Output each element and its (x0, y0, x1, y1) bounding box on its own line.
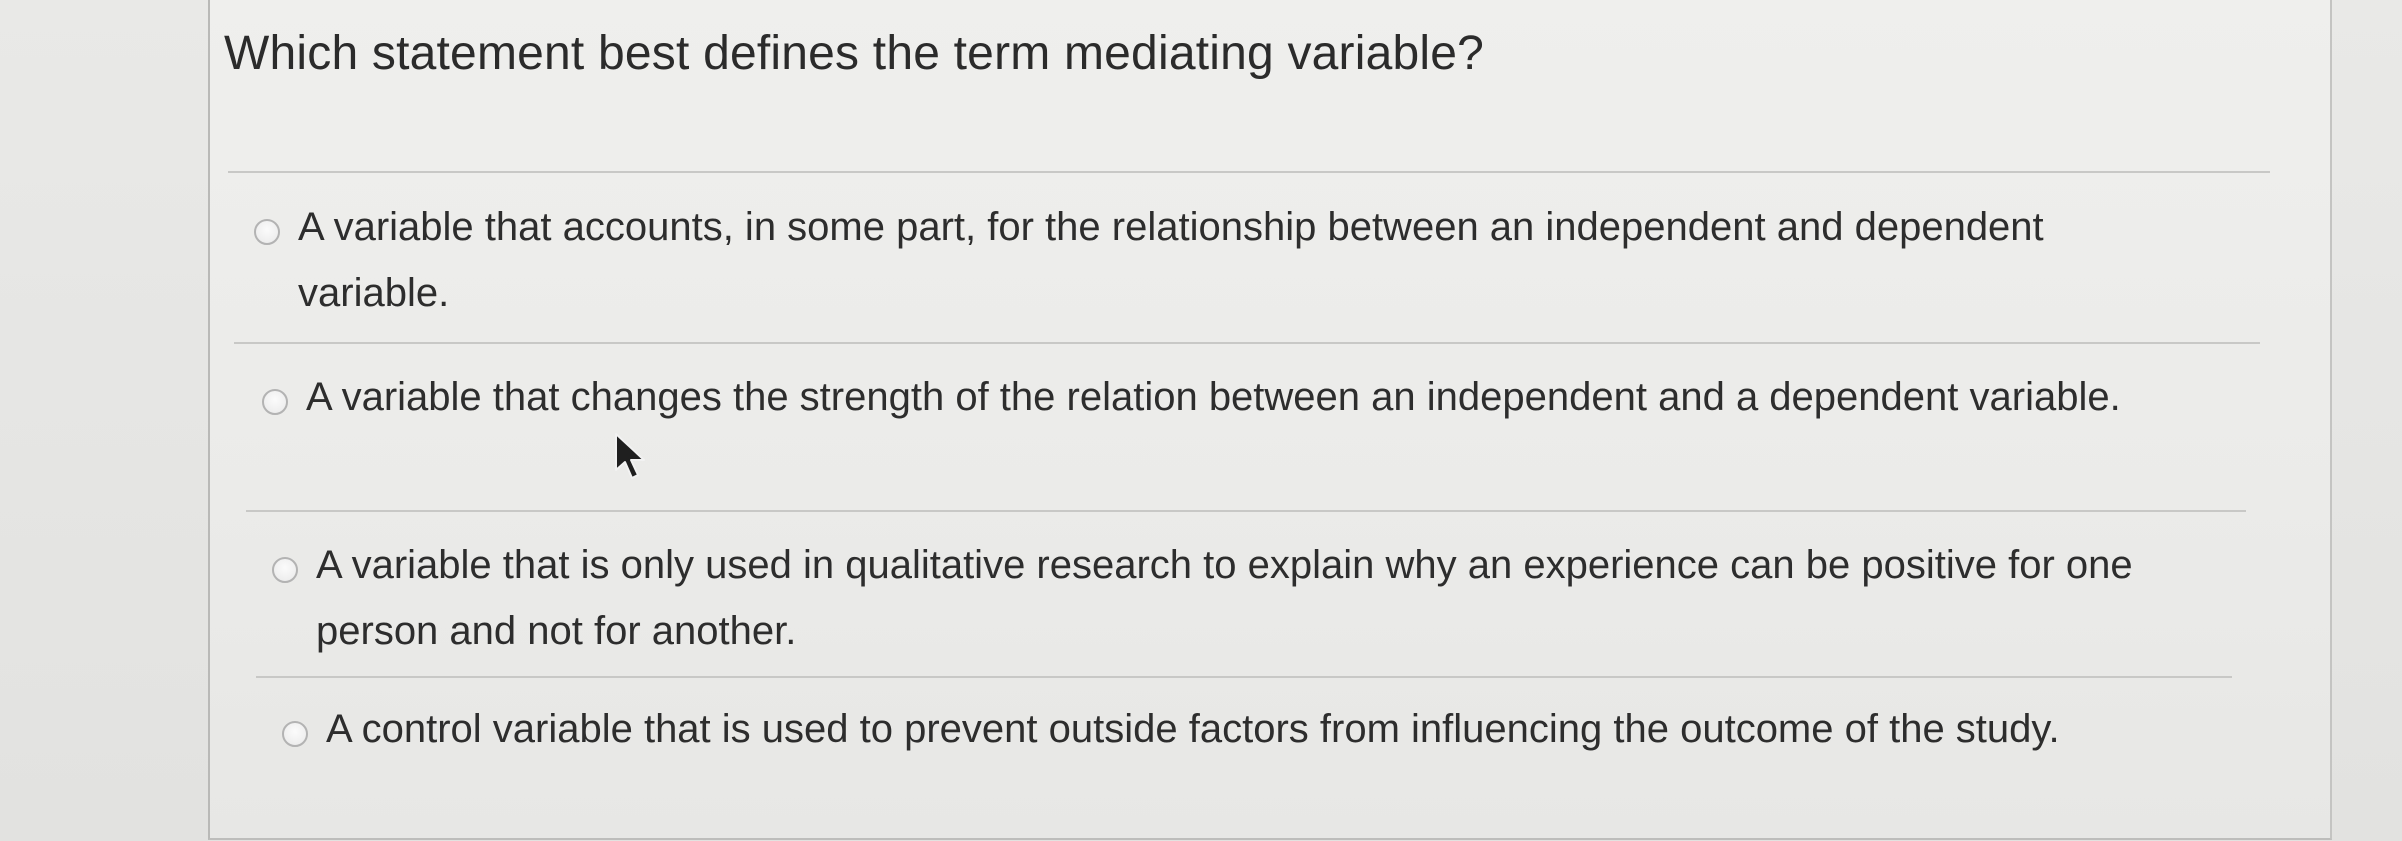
question-divider (228, 171, 2270, 173)
answer-option-label[interactable]: A variable that changes the strength of … (306, 364, 2186, 430)
option-divider (246, 510, 2246, 512)
question-text: Which statement best defines the term me… (224, 27, 1485, 80)
answer-option-4[interactable]: A control variable that is used to preve… (282, 706, 2206, 762)
answer-option-1[interactable]: A variable that accounts, in some part, … (254, 204, 2178, 326)
mouse-pointer-icon (615, 433, 645, 479)
answer-option-3[interactable]: A variable that is only used in qualitat… (272, 542, 2196, 664)
question-panel: Which statement best defines the term me… (208, 0, 2332, 840)
radio-button-icon[interactable] (272, 557, 298, 583)
answer-option-2[interactable]: A variable that changes the strength of … (262, 374, 2186, 430)
radio-button-icon[interactable] (282, 721, 308, 747)
option-divider (256, 676, 2232, 678)
answer-option-label[interactable]: A variable that is only used in qualitat… (316, 532, 2196, 664)
answer-option-label[interactable]: A control variable that is used to preve… (326, 696, 2206, 762)
answer-option-label[interactable]: A variable that accounts, in some part, … (298, 194, 2178, 326)
option-divider (234, 342, 2260, 344)
radio-button-icon[interactable] (254, 219, 280, 245)
radio-button-icon[interactable] (262, 389, 288, 415)
